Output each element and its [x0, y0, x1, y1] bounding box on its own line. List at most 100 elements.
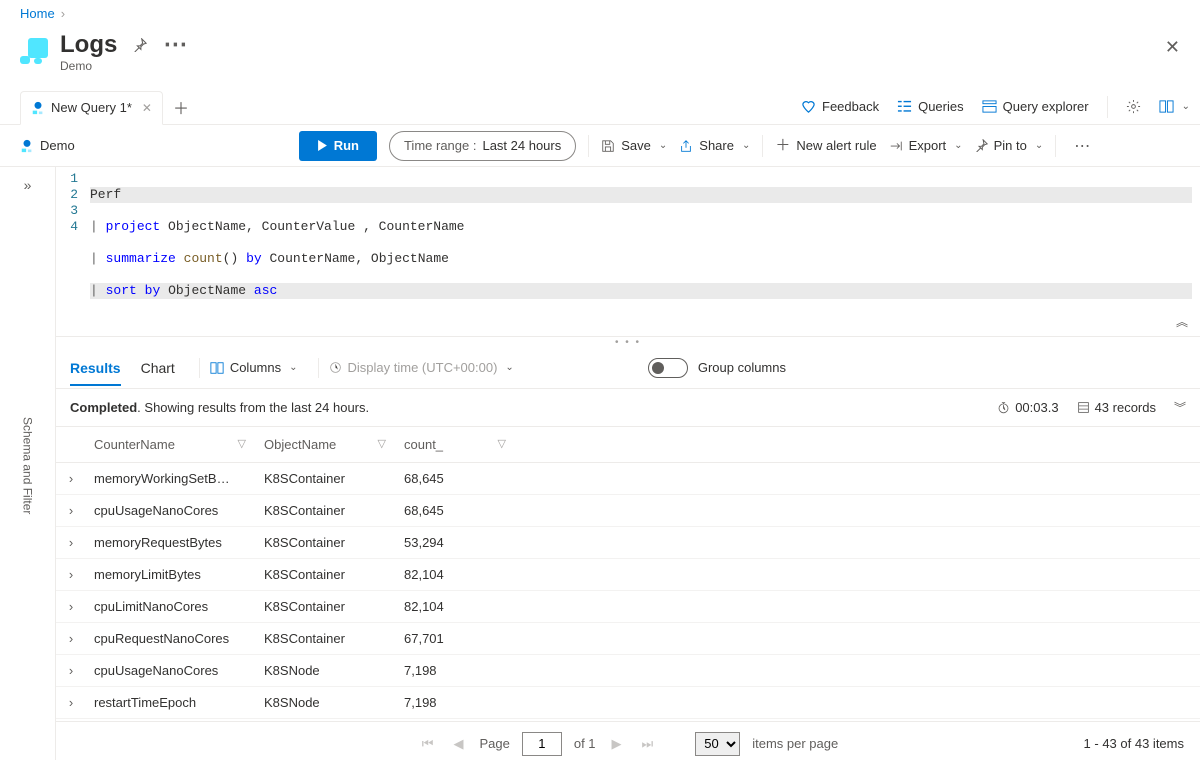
cell-objectname: K8SContainer — [256, 623, 396, 655]
cell-objectname: K8SContainer — [256, 463, 396, 495]
run-button[interactable]: Run — [299, 131, 377, 161]
line-number: 4 — [56, 219, 78, 235]
chevron-down-icon: ⌄ — [659, 140, 667, 151]
side-rail: » Schema and Filter — [0, 167, 56, 760]
main-content: » Schema and Filter 1 2 3 4 Perf | proje… — [0, 167, 1200, 760]
table-column-countername[interactable]: CounterName ▽ — [86, 427, 256, 463]
page-size-select[interactable]: 50 — [695, 732, 740, 756]
cell-objectname: K8SNode — [256, 655, 396, 687]
cell-count: 82,104 — [396, 559, 516, 591]
cell-countername: memoryLimitBytes — [86, 559, 256, 591]
code-area[interactable]: Perf | project ObjectName, CounterValue … — [86, 167, 1200, 336]
chevron-right-icon: › — [61, 6, 65, 21]
settings-button[interactable] — [1126, 99, 1141, 114]
cell-countername: restartTimeEpoch — [86, 687, 256, 719]
tab-results[interactable]: Results — [70, 360, 121, 386]
table-row[interactable]: ›cpuRequestNanoCoresK8SContainer67,701 — [56, 623, 1200, 655]
query-editor[interactable]: 1 2 3 4 Perf | project ObjectName, Count… — [56, 167, 1200, 337]
last-page-icon[interactable]: ⏭ — [638, 736, 658, 752]
filter-icon[interactable]: ▽ — [378, 437, 386, 450]
line-number: 3 — [56, 203, 78, 219]
pin-icon[interactable] — [133, 38, 147, 52]
page-header: Logs ⋯ Demo ✕ — [0, 31, 1200, 89]
filter-icon[interactable]: ▽ — [238, 437, 246, 450]
column-label: CounterName — [94, 437, 175, 452]
row-expand-icon[interactable]: › — [56, 527, 86, 559]
row-expand-icon[interactable]: › — [56, 591, 86, 623]
row-expand-icon[interactable]: › — [56, 687, 86, 719]
table-row[interactable]: ›memoryLimitBytesK8SContainer82,104 — [56, 559, 1200, 591]
tab-query-1[interactable]: New Query 1* ✕ — [20, 91, 163, 125]
row-expand-icon[interactable]: › — [56, 623, 86, 655]
resize-handle[interactable]: • • • — [56, 337, 1200, 347]
page-input[interactable] — [522, 732, 562, 756]
page-subtitle: Demo — [60, 59, 187, 73]
cell-countername: cpuLimitNanoCores — [86, 591, 256, 623]
group-columns-toggle[interactable] — [648, 358, 688, 378]
cell-objectname: K8SContainer — [256, 527, 396, 559]
pin-icon — [975, 139, 988, 152]
next-page-icon[interactable]: ▶ — [608, 736, 626, 752]
cell-countername: memoryRequestBytes — [86, 527, 256, 559]
row-expand-icon[interactable]: › — [56, 559, 86, 591]
table-column-count[interactable]: count_ ▽ — [396, 427, 516, 463]
export-label: Export — [909, 138, 947, 153]
collapse-editor-button[interactable]: ︽ — [1176, 313, 1188, 330]
cell-objectname: K8SContainer — [256, 591, 396, 623]
play-icon — [317, 140, 328, 151]
side-rail-label[interactable]: Schema and Filter — [0, 167, 55, 760]
more-icon[interactable]: ⋯ — [163, 31, 187, 59]
table-row[interactable]: ›memoryRequestBytesK8SContainer53,294 — [56, 527, 1200, 559]
table-row[interactable]: ›cpuUsageNanoCoresK8SNode7,198 — [56, 655, 1200, 687]
status-text: . Showing results from the last 24 hours… — [137, 400, 369, 415]
share-icon — [679, 139, 693, 153]
pager-range: 1 - 43 of 43 items — [1084, 736, 1184, 751]
prev-page-icon[interactable]: ◀ — [449, 736, 467, 752]
table-row[interactable]: ›cpuLimitNanoCoresK8SContainer82,104 — [56, 591, 1200, 623]
query-explorer-label: Query explorer — [1003, 99, 1089, 114]
columns-button[interactable]: Columns ⌄ — [199, 358, 298, 378]
pin-to-button[interactable]: Pin to ⌄ — [975, 138, 1044, 153]
filter-icon[interactable]: ▽ — [498, 437, 506, 450]
logs-icon — [20, 38, 48, 66]
chevron-down-icon: ⌄ — [742, 140, 750, 151]
divider — [762, 135, 763, 157]
time-range-picker[interactable]: Time range : Last 24 hours — [389, 131, 576, 161]
export-button[interactable]: Export ⌄ — [889, 138, 963, 153]
panel-layout-button[interactable]: ⌄ — [1159, 99, 1190, 114]
time-range-value: Last 24 hours — [482, 138, 561, 153]
display-time-button[interactable]: Display time (UTC+00:00) ⌄ — [318, 358, 514, 378]
table-row[interactable]: ›cpuUsageNanoCoresK8SContainer68,645 — [56, 495, 1200, 527]
cell-count: 68,645 — [396, 463, 516, 495]
row-expand-icon[interactable]: › — [56, 495, 86, 527]
new-alert-rule-label: New alert rule — [796, 138, 876, 153]
toolbar-more-button[interactable]: ⋯ — [1068, 136, 1096, 156]
panels-icon — [1159, 99, 1174, 114]
cell-objectname: K8SContainer — [256, 495, 396, 527]
share-button[interactable]: Share ⌄ — [679, 138, 750, 153]
table-row[interactable]: ›restartTimeEpochK8SNode7,198 — [56, 687, 1200, 719]
results-table: CounterName ▽ ObjectName ▽ count_ ▽ — [56, 427, 1200, 721]
tab-chart[interactable]: Chart — [141, 360, 175, 386]
feedback-button[interactable]: Feedback — [801, 99, 879, 114]
elapsed-time: 00:03.3 — [1015, 400, 1058, 415]
close-icon[interactable]: ✕ — [1165, 37, 1180, 58]
first-page-icon[interactable]: ⏮ — [418, 736, 438, 752]
line-gutter: 1 2 3 4 — [56, 167, 86, 336]
status-expand-button[interactable]: ︾ — [1174, 399, 1186, 416]
query-explorer-button[interactable]: Query explorer — [982, 99, 1089, 114]
queries-button[interactable]: Queries — [897, 99, 964, 114]
table-row[interactable]: ›memoryWorkingSetB…K8SContainer68,645 — [56, 463, 1200, 495]
row-expand-icon[interactable]: › — [56, 463, 86, 495]
chevron-down-icon: ⌄ — [289, 362, 297, 373]
new-alert-rule-button[interactable]: ＋ New alert rule — [775, 138, 876, 153]
scope-picker[interactable]: Demo — [20, 138, 75, 153]
breadcrumb-home-link[interactable]: Home — [20, 6, 55, 21]
add-tab-button[interactable]: ＋ — [167, 93, 195, 121]
tab-close-icon[interactable]: ✕ — [142, 101, 152, 115]
row-expand-icon[interactable]: › — [56, 655, 86, 687]
column-label: ObjectName — [264, 437, 336, 452]
table-column-objectname[interactable]: ObjectName ▽ — [256, 427, 396, 463]
pager: ⏮ ◀ Page of 1 ▶ ⏭ 50 items per page 1 - … — [56, 721, 1200, 760]
save-button[interactable]: Save ⌄ — [601, 138, 667, 153]
